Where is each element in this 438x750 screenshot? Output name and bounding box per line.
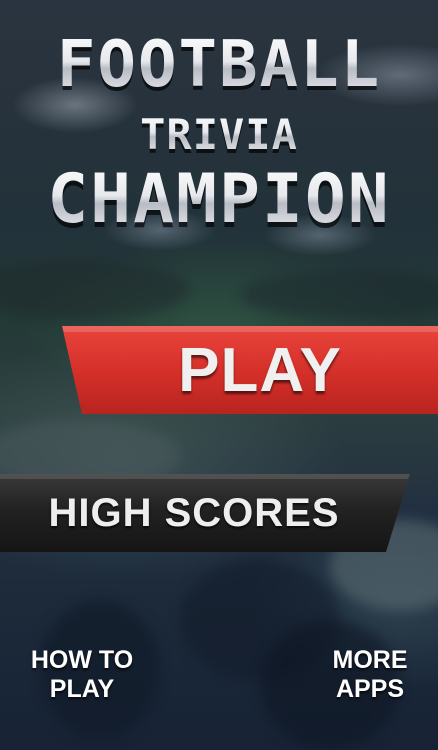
background-crowd	[0, 260, 190, 320]
main-menu-screen: FOOTBALL TRIVIA CHAMPION FOOTBALL TRIVIA…	[0, 0, 438, 750]
high-scores-button-label: HIGH SCORES	[48, 490, 340, 535]
how-to-play-label-line1: HOW TO	[30, 646, 134, 674]
how-to-play-button[interactable]: HOW TO PLAY	[12, 646, 152, 704]
title-trivia: TRIVIA	[0, 110, 438, 159]
more-apps-button[interactable]: MORE APPS	[300, 646, 438, 704]
play-button-label: PLAY	[178, 335, 342, 405]
title-football: FOOTBALL	[0, 28, 438, 102]
high-scores-button[interactable]: HIGH SCORES	[0, 474, 410, 552]
play-button[interactable]: PLAY	[58, 326, 438, 414]
background-crowd	[240, 270, 438, 320]
title-champion: CHAMPION	[0, 160, 438, 239]
more-apps-label-line2: APPS	[335, 675, 405, 703]
more-apps-label-line1: MORE	[332, 646, 408, 674]
how-to-play-label-line2: PLAY	[49, 675, 115, 703]
